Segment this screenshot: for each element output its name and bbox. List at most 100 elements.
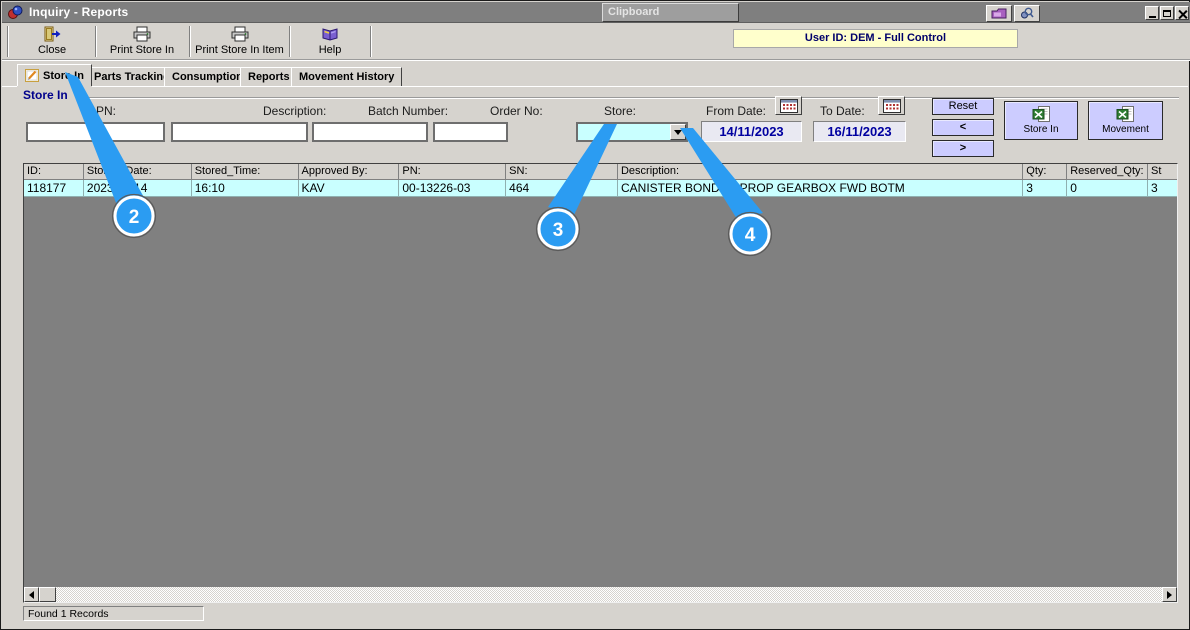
close-button-label: Close xyxy=(37,44,67,56)
reset-button[interactable]: Reset xyxy=(932,98,994,115)
to-date-label: To Date: xyxy=(820,104,865,118)
tab-panel-edge xyxy=(2,86,1188,87)
column-header-stored-date[interactable]: Stored_Date: xyxy=(84,164,192,179)
search-icon xyxy=(1021,7,1034,19)
toolbar: Close Print Store In Print Store In Item xyxy=(2,23,1190,60)
column-header-qty[interactable]: Qty: xyxy=(1023,164,1068,179)
table-row[interactable]: 118177 2023-11-14 16:10 KAV 00-13226-03 … xyxy=(24,180,1177,197)
store-combobox[interactable] xyxy=(576,122,688,142)
horizontal-scrollbar[interactable] xyxy=(24,587,1177,602)
column-header-store[interactable]: St xyxy=(1148,164,1177,179)
column-header-stored-time[interactable]: Stored_Time: xyxy=(192,164,299,179)
pn-label: PN: xyxy=(96,104,117,118)
titlebar-folder-button[interactable] xyxy=(986,5,1012,22)
to-date-calendar-button[interactable] xyxy=(878,96,905,115)
from-date-calendar-button[interactable] xyxy=(775,96,802,115)
toolbar-separator xyxy=(7,26,9,57)
restore-button[interactable] xyxy=(1160,6,1174,20)
tab-movement-history[interactable]: Movement History xyxy=(291,67,403,86)
folder-icon xyxy=(991,8,1007,19)
close-button[interactable]: Close xyxy=(10,25,94,58)
print-store-in-item-button[interactable]: Print Store In Item xyxy=(191,25,288,58)
excel-export-icon xyxy=(1116,106,1134,122)
tab-parts-tracking-label: Parts Tracking xyxy=(94,71,170,83)
tab-movement-history-label: Movement History xyxy=(299,71,395,83)
help-book-icon xyxy=(322,28,338,41)
minimize-icon xyxy=(1148,15,1156,18)
arrow-right-icon xyxy=(1167,590,1172,599)
previous-button[interactable]: < xyxy=(932,119,994,136)
column-header-sn[interactable]: SN: xyxy=(506,164,618,179)
tab-reports-label: Reports xyxy=(248,71,290,83)
cell-store: 3 xyxy=(1151,181,1158,195)
store-label: Store: xyxy=(604,104,637,118)
cell-stored-date: 2023-11-14 xyxy=(84,180,192,196)
export-store-in-button[interactable]: Store In xyxy=(1004,101,1078,140)
help-button-label: Help xyxy=(318,44,342,56)
help-button[interactable]: Help xyxy=(291,25,369,58)
cell-qty: 3 xyxy=(1023,180,1068,196)
export-movement-label: Movement xyxy=(1102,124,1149,135)
batch-number-label: Batch Number: xyxy=(368,104,449,118)
order-no-input[interactable] xyxy=(433,122,508,142)
cell-id: 118177 xyxy=(24,180,84,196)
close-window-button[interactable] xyxy=(1175,6,1189,20)
tab-consumption[interactable]: Consumption xyxy=(164,67,251,86)
group-box-border xyxy=(79,97,1179,99)
to-date-value[interactable]: 16/11/2023 xyxy=(813,121,906,142)
clipboard-background-window[interactable]: Clipboard xyxy=(602,3,739,22)
restore-icon xyxy=(1163,9,1171,17)
column-header-approved-by[interactable]: Approved By: xyxy=(299,164,400,179)
grid-header-row: ID: Stored_Date: Stored_Time: Approved B… xyxy=(24,164,1177,180)
status-bar: Found 1 Records xyxy=(23,606,204,621)
description-input[interactable] xyxy=(171,122,308,142)
edit-note-icon xyxy=(25,69,39,82)
print-store-in-label: Print Store In xyxy=(109,44,175,56)
print-store-in-item-label: Print Store In Item xyxy=(195,44,284,56)
title-bar[interactable]: Inquiry - Reports Clipboard xyxy=(2,2,1190,23)
order-no-label: Order No: xyxy=(490,104,543,118)
column-header-reserved-qty[interactable]: Reserved_Qty: xyxy=(1067,164,1149,179)
results-grid: ID: Stored_Date: Stored_Time: Approved B… xyxy=(23,163,1178,603)
calendar-icon xyxy=(779,98,798,113)
batch-number-input[interactable] xyxy=(312,122,428,142)
next-button[interactable]: > xyxy=(932,140,994,157)
excel-export-icon xyxy=(1032,106,1050,122)
cell-approved-by: KAV xyxy=(299,180,400,196)
description-label: Description: xyxy=(263,104,327,118)
toolbar-separator xyxy=(370,26,372,57)
exit-door-icon xyxy=(44,26,61,42)
app-window: Inquiry - Reports Clipboard Close Print … xyxy=(0,0,1190,630)
printer-icon xyxy=(231,26,248,42)
column-header-description[interactable]: Description: xyxy=(618,164,1024,179)
column-header-pn[interactable]: PN: xyxy=(399,164,507,179)
from-date-label: From Date: xyxy=(706,104,767,118)
export-store-in-label: Store In xyxy=(1023,124,1059,135)
scrollbar-thumb[interactable] xyxy=(39,587,56,602)
cell-description: CANISTER BONDED PROP GEARBOX FWD BOTM xyxy=(618,180,1024,196)
scroll-right-button[interactable] xyxy=(1162,587,1177,602)
user-id-badge: User ID: DEM - Full Control xyxy=(733,29,1018,48)
arrow-left-icon xyxy=(29,590,34,599)
print-store-in-button[interactable]: Print Store In xyxy=(97,25,187,58)
cell-reserved-qty: 0 xyxy=(1067,180,1149,196)
titlebar-search-button[interactable] xyxy=(1014,5,1040,22)
export-movement-button[interactable]: Movement xyxy=(1088,101,1163,140)
tab-store-in[interactable]: Store In xyxy=(17,64,92,86)
cell-stored-time: 16:10 xyxy=(192,180,299,196)
minimize-button[interactable] xyxy=(1145,6,1159,20)
store-in-group-label: Store In xyxy=(23,88,68,102)
from-date-value[interactable]: 14/11/2023 xyxy=(701,121,802,142)
cell-pn: 00-13226-03 xyxy=(399,180,507,196)
scroll-left-button[interactable] xyxy=(24,587,39,602)
store-dropdown-button[interactable] xyxy=(670,124,686,140)
tab-store-in-label: Store In xyxy=(43,69,84,82)
chevron-down-icon xyxy=(674,129,682,135)
printer-icon xyxy=(133,26,151,42)
pn-input[interactable] xyxy=(26,122,165,142)
tab-consumption-label: Consumption xyxy=(172,71,243,83)
tab-reports[interactable]: Reports xyxy=(240,67,298,86)
close-icon xyxy=(1178,9,1187,18)
column-header-id[interactable]: ID: xyxy=(24,164,84,179)
window-title: Inquiry - Reports xyxy=(29,5,129,19)
